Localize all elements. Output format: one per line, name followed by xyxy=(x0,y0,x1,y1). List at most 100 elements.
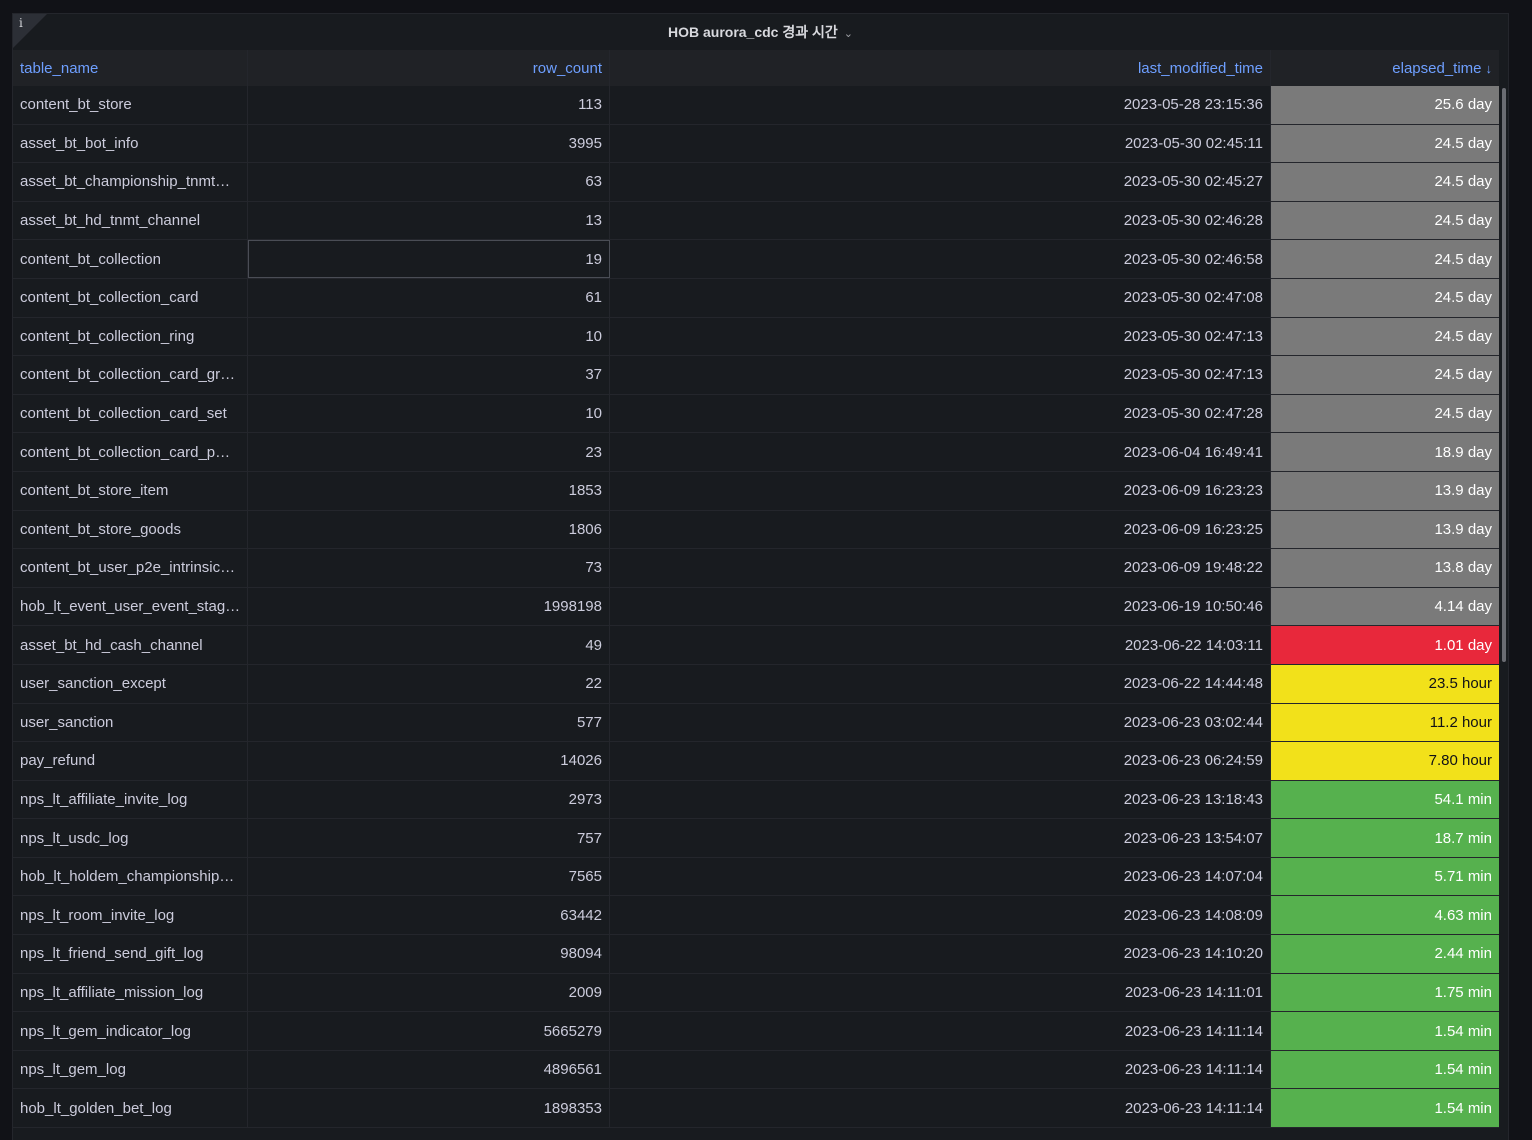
cell-row-count[interactable]: 5665279 xyxy=(248,1012,610,1050)
table-row[interactable]: content_bt_collection_card 61 2023-05-30 0… xyxy=(13,278,1499,318)
panel-title[interactable]: HOB aurora_cdc 경과 시간 ⌄ xyxy=(13,14,1508,50)
table-row[interactable]: nps_lt_gem_log 4896561 2023-06-23 14:11:14… xyxy=(13,1050,1499,1090)
cell-last-modified-time[interactable]: 2023-06-22 14:03:11 xyxy=(610,626,1271,664)
cell-elapsed-time[interactable]: 13.9 day xyxy=(1271,510,1499,549)
header-last-modified-time[interactable]: last_modified_time xyxy=(610,50,1271,86)
cell-table-name[interactable]: nps_lt_room_invite_log xyxy=(13,896,248,935)
cell-table-name[interactable]: content_bt_collection_card xyxy=(13,278,248,317)
cell-elapsed-time[interactable]: 2.44 min xyxy=(1271,935,1499,973)
cell-last-modified-time[interactable]: 2023-06-23 13:18:43 xyxy=(610,780,1271,819)
table-row[interactable]: content_bt_collection_card_p… 23 2023-06-0… xyxy=(13,433,1499,472)
table-row[interactable]: content_bt_collection_card_gr… 37 2023-05-… xyxy=(13,356,1499,395)
cell-elapsed-time[interactable]: 1.75 min xyxy=(1271,973,1499,1012)
cell-row-count[interactable]: 13 xyxy=(248,201,610,240)
cell-last-modified-time[interactable]: 2023-05-30 02:46:58 xyxy=(610,240,1271,278)
cell-table-name[interactable]: content_bt_store xyxy=(13,86,248,124)
cell-elapsed-time[interactable]: 1.54 min xyxy=(1271,1089,1499,1128)
cell-row-count[interactable]: 1898353 xyxy=(248,1089,610,1128)
cell-table-name[interactable]: hob_lt_event_user_event_stag… xyxy=(13,587,248,626)
cell-last-modified-time[interactable]: 2023-06-22 14:44:48 xyxy=(610,664,1271,703)
cell-last-modified-time[interactable]: 2023-06-09 16:23:25 xyxy=(610,510,1271,549)
cell-elapsed-time[interactable]: 24.5 day xyxy=(1271,394,1499,433)
cell-elapsed-time[interactable]: 1.01 day xyxy=(1271,626,1499,664)
cell-elapsed-time[interactable]: 24.5 day xyxy=(1271,356,1499,394)
table-row[interactable]: asset_bt_bot_info 3995 2023-05-30 02:45:11… xyxy=(13,124,1499,164)
cell-row-count[interactable]: 2973 xyxy=(248,780,610,819)
cell-row-count[interactable]: 98094 xyxy=(248,935,610,973)
cell-row-count[interactable]: 49 xyxy=(248,626,610,664)
table-row[interactable]: hob_lt_holdem_championship… 7565 2023-06-2… xyxy=(13,857,1499,897)
table-row[interactable]: content_bt_store 113 2023-05-28 23:15:36 25… xyxy=(13,86,1499,125)
cell-last-modified-time[interactable]: 2023-06-04 16:49:41 xyxy=(610,433,1271,471)
cell-elapsed-time[interactable]: 25.6 day xyxy=(1271,86,1499,124)
header-table-name[interactable]: table_name xyxy=(13,50,248,86)
cell-table-name[interactable]: hob_lt_holdem_championship… xyxy=(13,857,248,896)
cell-elapsed-time[interactable]: 1.54 min xyxy=(1271,1050,1499,1089)
cell-elapsed-time[interactable]: 11.2 hour xyxy=(1271,703,1499,742)
table-row[interactable]: nps_lt_affiliate_invite_log 2973 2023-06-2… xyxy=(13,780,1499,820)
table-row[interactable]: user_sanction 577 2023-06-23 03:02:44 11.2 … xyxy=(13,703,1499,743)
cell-table-name[interactable]: pay_refund xyxy=(13,742,248,780)
cell-table-name[interactable]: content_bt_user_p2e_intrinsic… xyxy=(13,549,248,587)
cell-row-count[interactable]: 7565 xyxy=(248,857,610,896)
cell-row-count[interactable]: 23 xyxy=(248,433,610,471)
cell-elapsed-time[interactable]: 13.9 day xyxy=(1271,471,1499,510)
cell-elapsed-time[interactable]: 23.5 hour xyxy=(1271,664,1499,703)
cell-table-name[interactable]: content_bt_collection_card_gr… xyxy=(13,356,248,394)
cell-table-name[interactable]: nps_lt_affiliate_mission_log xyxy=(13,973,248,1012)
cell-elapsed-time[interactable]: 7.80 hour xyxy=(1271,742,1499,780)
cell-row-count[interactable]: 1853 xyxy=(248,471,610,510)
cell-row-count[interactable]: 577 xyxy=(248,703,610,742)
cell-elapsed-time[interactable]: 24.5 day xyxy=(1271,201,1499,240)
panel-title-text[interactable]: HOB aurora_cdc 경과 시간 xyxy=(668,24,838,40)
cell-last-modified-time[interactable]: 2023-06-09 16:23:23 xyxy=(610,471,1271,510)
table-row[interactable]: hob_lt_event_user_event_stag… 1998198 2023… xyxy=(13,587,1499,627)
cell-elapsed-time[interactable]: 18.7 min xyxy=(1271,819,1499,857)
cell-row-count[interactable]: 19 xyxy=(248,240,610,278)
cell-elapsed-time[interactable]: 13.8 day xyxy=(1271,549,1499,587)
cell-table-name[interactable]: nps_lt_affiliate_invite_log xyxy=(13,780,248,819)
cell-row-count[interactable]: 10 xyxy=(248,317,610,356)
table-row[interactable]: nps_lt_affiliate_mission_log 2009 2023-06-… xyxy=(13,973,1499,1013)
cell-last-modified-time[interactable]: 2023-06-23 13:54:07 xyxy=(610,819,1271,857)
cell-elapsed-time[interactable]: 24.5 day xyxy=(1271,317,1499,356)
cell-row-count[interactable]: 10 xyxy=(248,394,610,433)
table-row[interactable]: nps_lt_gem_indicator_log 5665279 2023-06-2… xyxy=(13,1012,1499,1051)
cell-table-name[interactable]: content_bt_collection xyxy=(13,240,248,278)
table-row[interactable]: user_sanction_except 22 2023-06-22 14:44:4… xyxy=(13,664,1499,704)
cell-elapsed-time[interactable]: 18.9 day xyxy=(1271,433,1499,471)
cell-elapsed-time[interactable]: 54.1 min xyxy=(1271,780,1499,819)
cell-last-modified-time[interactable]: 2023-05-30 02:47:13 xyxy=(610,356,1271,394)
cell-last-modified-time[interactable]: 2023-05-30 02:47:08 xyxy=(610,278,1271,317)
table-row[interactable]: asset_bt_championship_tnmt… 63 2023-05-30 … xyxy=(13,163,1499,202)
cell-last-modified-time[interactable]: 2023-06-23 06:24:59 xyxy=(610,742,1271,780)
cell-table-name[interactable]: asset_bt_hd_tnmt_channel xyxy=(13,201,248,240)
chevron-down-icon[interactable]: ⌄ xyxy=(844,16,853,52)
cell-table-name[interactable]: asset_bt_bot_info xyxy=(13,124,248,163)
cell-row-count[interactable]: 1998198 xyxy=(248,587,610,626)
cell-last-modified-time[interactable]: 2023-06-23 14:11:14 xyxy=(610,1012,1271,1050)
table-row[interactable]: nps_lt_friend_send_gift_log 98094 2023-06-… xyxy=(13,935,1499,974)
cell-elapsed-time[interactable]: 24.5 day xyxy=(1271,278,1499,317)
table-row[interactable]: content_bt_collection_ring 10 2023-05-30 0… xyxy=(13,317,1499,357)
cell-row-count[interactable]: 3995 xyxy=(248,124,610,163)
cell-table-name[interactable]: content_bt_store_goods xyxy=(13,510,248,549)
cell-last-modified-time[interactable]: 2023-06-23 14:08:09 xyxy=(610,896,1271,935)
cell-row-count[interactable]: 2009 xyxy=(248,973,610,1012)
cell-last-modified-time[interactable]: 2023-05-30 02:47:28 xyxy=(610,394,1271,433)
table-row[interactable]: content_bt_collection 19 2023-05-30 02:46:… xyxy=(13,240,1499,279)
info-icon[interactable]: i xyxy=(19,16,23,30)
cell-row-count[interactable]: 37 xyxy=(248,356,610,394)
cell-table-name[interactable]: content_bt_collection_card_set xyxy=(13,394,248,433)
cell-table-name[interactable]: nps_lt_gem_log xyxy=(13,1050,248,1089)
table-row[interactable]: content_bt_store_item 1853 2023-06-09 16:2… xyxy=(13,471,1499,511)
table-row[interactable]: hob_lt_golden_bet_log 1898353 2023-06-23 1… xyxy=(13,1089,1499,1129)
cell-elapsed-time[interactable]: 24.5 day xyxy=(1271,124,1499,163)
cell-row-count[interactable]: 4896561 xyxy=(248,1050,610,1089)
cell-last-modified-time[interactable]: 2023-06-23 14:07:04 xyxy=(610,857,1271,896)
cell-elapsed-time[interactable]: 5.71 min xyxy=(1271,857,1499,896)
cell-row-count[interactable]: 757 xyxy=(248,819,610,857)
cell-elapsed-time[interactable]: 24.5 day xyxy=(1271,163,1499,201)
cell-row-count[interactable]: 14026 xyxy=(248,742,610,780)
cell-last-modified-time[interactable]: 2023-06-23 14:11:14 xyxy=(610,1050,1271,1089)
